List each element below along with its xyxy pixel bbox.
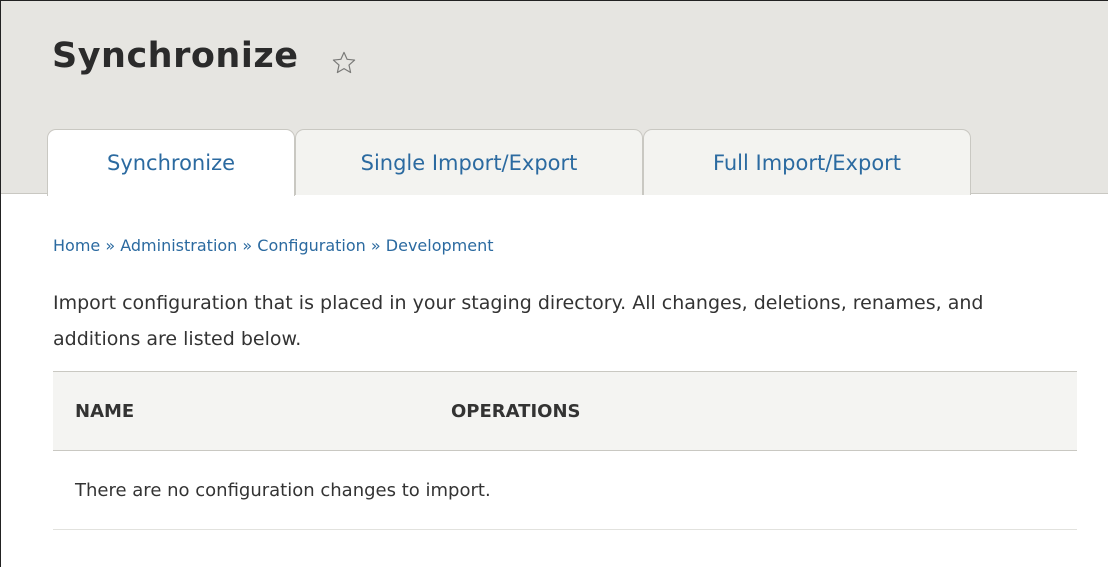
breadcrumb-separator: »	[370, 236, 381, 255]
breadcrumb-separator: »	[105, 236, 116, 255]
table-header-row: NAME OPERATIONS	[53, 371, 1077, 451]
breadcrumb-administration[interactable]: Administration	[120, 236, 237, 255]
column-header-name: NAME	[75, 400, 135, 422]
star-outline-icon[interactable]	[331, 50, 357, 76]
breadcrumb: Home » Administration » Configuration » …	[53, 236, 494, 255]
page-title: Synchronize	[52, 36, 299, 76]
browser-frame: Synchronize Synchronize Single Import/Ex…	[0, 0, 1108, 567]
page-description: Import configuration that is placed in y…	[53, 292, 984, 350]
tab-single-import-export[interactable]: Single Import/Export	[295, 129, 643, 195]
config-changes-table: NAME OPERATIONS There are no configurati…	[53, 371, 1077, 530]
table-row: There are no configuration changes to im…	[53, 450, 1077, 530]
tab-full-import-export[interactable]: Full Import/Export	[643, 129, 971, 195]
tab-synchronize[interactable]: Synchronize	[47, 129, 295, 196]
breadcrumb-separator: »	[242, 236, 253, 255]
page-header: Synchronize Synchronize Single Import/Ex…	[1, 1, 1108, 196]
breadcrumb-configuration[interactable]: Configuration	[257, 236, 366, 255]
breadcrumb-home[interactable]: Home	[53, 236, 100, 255]
column-header-operations: OPERATIONS	[451, 400, 581, 422]
empty-table-message: There are no configuration changes to im…	[53, 450, 1077, 530]
breadcrumb-development[interactable]: Development	[386, 236, 494, 255]
